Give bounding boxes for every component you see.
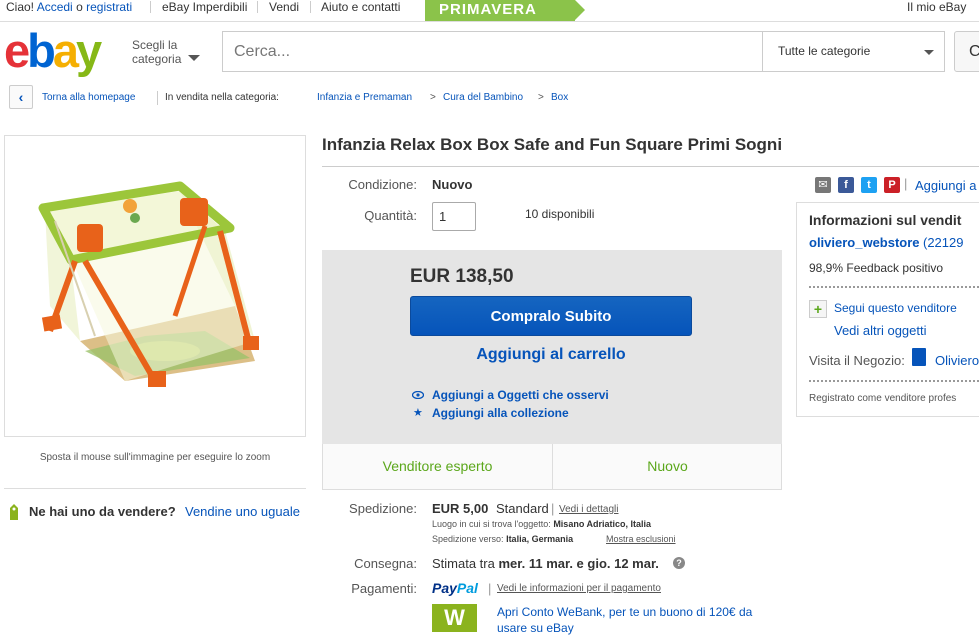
delivery-estimate: Stimata tra mer. 11 mar. e gio. 12 mar. <box>432 556 659 571</box>
registered-seller-note: Registrato come venditore profes <box>809 393 957 404</box>
seller-feedback: 98,9% Feedback positivo <box>809 261 944 275</box>
shipping-method: Standard <box>496 501 549 516</box>
breadcrumb-box[interactable]: Box <box>551 92 568 104</box>
webank-offer-link[interactable]: Apri Conto WeBank, per te un buono di 12… <box>497 605 752 619</box>
quantity-input[interactable]: 1 <box>432 202 476 231</box>
divider: | <box>488 581 492 596</box>
listed-in-label: In vendita nella categoria: <box>165 92 279 103</box>
divider <box>809 286 979 288</box>
add-to-cart-button[interactable]: Aggiungi al carrello <box>410 346 692 364</box>
envelope-icon[interactable]: ✉ <box>815 177 831 193</box>
eye-icon <box>412 391 424 399</box>
sell-link[interactable]: Vendi <box>269 0 299 14</box>
experienced-seller-badge: Venditore esperto <box>382 458 493 474</box>
seller-score-link[interactable]: (22129 <box>923 235 963 250</box>
store-link[interactable]: Oliviero <box>935 353 979 368</box>
help-contact-link[interactable]: Aiuto e contatti <box>321 0 400 14</box>
store-door-icon <box>912 348 926 366</box>
follow-seller-link[interactable]: Segui questo venditore <box>834 301 957 315</box>
item-title: Infanzia Relax Box Box Safe and Fun Squa… <box>322 135 783 154</box>
promo-banner[interactable]: PRIMAVERA <box>425 0 585 21</box>
deals-link[interactable]: eBay Imperdibili <box>162 0 247 14</box>
paypal-logo: PayPal <box>432 580 478 596</box>
breadcrumb-infanzia[interactable]: Infanzia e Premaman <box>317 92 412 104</box>
caret-down-icon <box>188 55 200 61</box>
item-price: EUR 138,50 <box>410 266 514 287</box>
ebay-logo[interactable]: ebay <box>4 27 102 75</box>
product-image[interactable] <box>4 135 306 437</box>
sell-question: Ne hai uno da vendere? <box>29 504 176 519</box>
chevron-left-icon[interactable]: ‹ <box>9 85 33 109</box>
pinterest-icon[interactable]: P <box>884 177 900 193</box>
other-items-link[interactable]: Vedi altri oggetti <box>834 323 927 338</box>
payment-info-link[interactable]: Vedi le informazioni per il pagamento <box>497 583 661 594</box>
add-to-collection-link[interactable]: Aggiungi alla collezione <box>432 406 569 420</box>
shipping-cost: EUR 5,00 <box>432 501 489 516</box>
delivery-label: Consegna: <box>354 556 417 571</box>
tag-icon <box>10 504 18 520</box>
shipping-details-link[interactable]: Vedi i dettagli <box>559 504 619 515</box>
star-icon: ★ <box>413 407 423 419</box>
caret-down-icon <box>924 50 934 55</box>
add-to-watchlist-link[interactable]: Aggiungi a Oggetti che osservi <box>432 388 609 402</box>
buy-now-button[interactable]: Compralo Subito <box>410 296 692 336</box>
help-icon[interactable]: ? <box>673 557 685 569</box>
ships-to: Spedizione verso: Italia, Germania <box>432 534 574 544</box>
shipping-label: Spedizione: <box>349 501 417 516</box>
search-button[interactable]: C <box>954 31 979 72</box>
breadcrumb-separator: > <box>430 92 436 103</box>
quantity-label: Quantità: <box>364 208 417 223</box>
playpen-illustration <box>38 181 259 387</box>
login-link[interactable]: Accedi <box>37 0 73 14</box>
condition-value: Nuovo <box>432 177 473 192</box>
sell-similar-link[interactable]: Vendine uno uguale <box>185 504 300 519</box>
divider <box>322 166 979 167</box>
category-select[interactable]: Tutte le categorie <box>762 31 945 72</box>
show-exclusions-link[interactable]: Mostra esclusioni <box>606 534 676 544</box>
divider <box>257 1 258 13</box>
divider <box>310 1 311 13</box>
divider: | <box>551 501 555 516</box>
breadcrumb-cura-bambino[interactable]: Cura del Bambino <box>443 92 523 104</box>
seller-info-title: Informazioni sul vendit <box>809 212 962 228</box>
new-condition-badge: Nuovo <box>647 458 688 474</box>
facebook-icon[interactable]: f <box>838 177 854 193</box>
item-badges: Venditore esperto Nuovo <box>322 444 782 490</box>
available-count: 10 disponibili <box>525 207 595 221</box>
divider: | <box>904 176 908 191</box>
my-ebay-link[interactable]: Il mio eBay <box>907 0 966 14</box>
webank-logo: W <box>432 604 477 632</box>
greeting: Ciao! Accedi o registrati <box>6 0 133 14</box>
divider <box>809 380 979 382</box>
breadcrumb-separator: > <box>538 92 544 103</box>
add-to-watchlist-link-2[interactable]: Aggiungi a <box>915 178 976 193</box>
webank-offer-link-2[interactable]: usare su eBay <box>497 621 574 635</box>
zoom-hint: Sposta il mouse sull'immagine per esegui… <box>39 452 271 463</box>
top-bar: Ciao! Accedi o registrati eBay Imperdibi… <box>0 0 979 22</box>
seller-name-link[interactable]: oliviero_webstore <box>809 235 920 250</box>
item-location: Luogo in cui si trova l'oggetto: Misano … <box>432 519 651 529</box>
visit-store-label: Visita il Negozio: <box>809 353 905 368</box>
payment-label: Pagamenti: <box>351 581 417 596</box>
divider <box>150 1 151 13</box>
register-link[interactable]: registrati <box>86 0 132 14</box>
search-input[interactable]: Cerca... <box>222 31 762 72</box>
plus-icon[interactable]: + <box>809 300 827 318</box>
divider <box>157 91 158 105</box>
twitter-icon[interactable]: t <box>861 177 877 193</box>
shop-by-category-button[interactable]: Scegli la categoria <box>132 38 184 66</box>
divider <box>4 488 306 489</box>
condition-label: Condizione: <box>348 177 417 192</box>
back-home-link[interactable]: Torna alla homepage <box>42 92 135 104</box>
